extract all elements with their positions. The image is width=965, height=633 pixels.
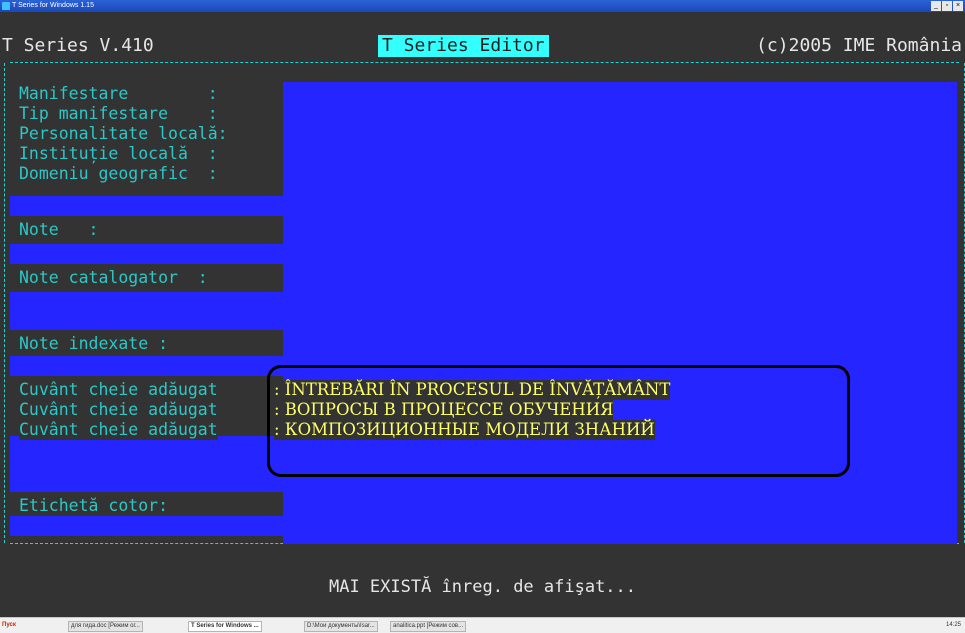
field-label-manifestare: Manifestare : [19,84,218,103]
restore-button[interactable]: ▫ [942,1,952,11]
taskbar-item-tseries[interactable]: T Series for Windows ... [188,621,262,632]
app-icon [2,2,10,10]
editor-title: T Series Editor [378,35,549,57]
app-version: T Series V.410 [2,35,154,56]
field-label-note-catalogator: Note catalogator : [19,268,208,288]
taskbar-item[interactable]: для гида.doc [Режим ог... [68,621,143,632]
taskbar-item[interactable]: D:\Мои документы\Isar... [304,621,378,632]
window-title: T Series for Windows 1.15 [12,2,94,9]
field-label-note: Note : [19,220,99,240]
taskbar: Пуск для гида.doc [Режим ог... T Series … [0,617,965,633]
field-label-personalitate: Personalitate locală: [19,124,228,143]
console-screen: T Series V.410 T Series Editor (c)2005 I… [0,12,965,617]
start-button[interactable]: Пуск [2,621,16,630]
minimize-button[interactable]: _ [931,1,941,11]
spine-label: Etichetă cotor: [19,496,169,516]
close-button[interactable]: × [953,1,963,11]
field-label-domeniu: Domeniu geografic : [19,164,218,183]
tray-clock: 14:25 [945,622,961,628]
keyword-label: Cuvânt cheie adăugat [19,400,218,420]
field-label-institutie: Instituție locală : [19,144,218,163]
field-label-note-indexate: Note indexate : [19,334,169,354]
field-label-tip-manifestare: Tip manifestare : [19,104,218,123]
empty-row [10,292,957,330]
keyword-highlight-box [267,365,850,477]
keyword-label: Cuvânt cheie adăugat [19,380,218,400]
status-message: MAI EXISTĂ înreg. de afişat... [328,577,637,597]
copyright-text: (c)2005 IME România [756,35,962,56]
window-title-bar[interactable]: T Series for Windows 1.15 _ ▫ × [0,0,965,12]
keyword-label: Cuvânt cheie adăugat [19,420,218,440]
empty-row [10,244,957,264]
empty-row [10,516,957,536]
empty-row [10,196,957,216]
taskbar-item[interactable]: analitica.ppt [Режим сов... [390,621,467,632]
